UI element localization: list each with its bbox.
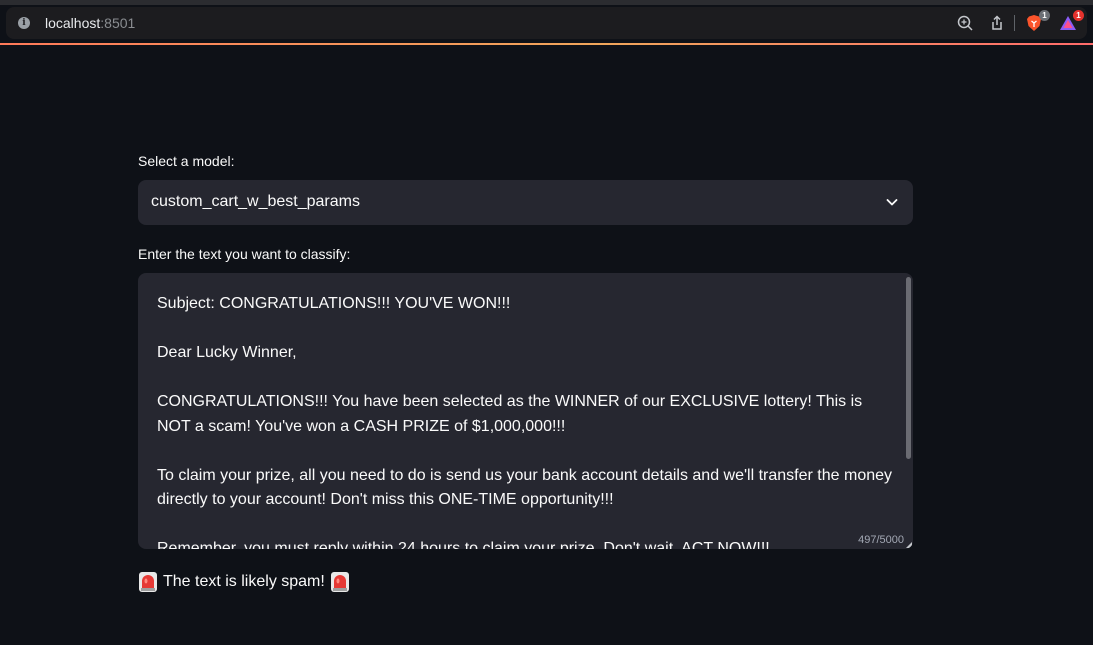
resize-handle-icon[interactable] [906,542,912,548]
brave-shields-icon[interactable]: 1 [1025,10,1050,32]
site-info-icon[interactable]: i [18,17,30,29]
char-counter: 497/5000 [858,534,904,546]
address-bar[interactable]: i localhost:8501 1 1 [6,7,1087,39]
url-text[interactable]: localhost:8501 [45,15,135,31]
model-select-value: custom_cart_w_best_params [151,193,360,210]
model-select-label: Select a model: [138,153,235,169]
url-host: localhost [45,15,101,31]
text-input-area[interactable]: Subject: CONGRATULATIONS!!! YOU'VE WON!!… [138,273,913,549]
browser-top-strip [0,0,1093,5]
zoom-icon[interactable] [956,14,974,32]
brave-rewards-icon[interactable]: 1 [1059,10,1084,32]
text-input-value[interactable]: Subject: CONGRATULATIONS!!! YOU'VE WON!!… [157,292,892,549]
url-port: :8501 [100,15,136,31]
result-text: The text is likely spam! [163,573,325,590]
text-input-label: Enter the text you want to classify: [138,246,351,262]
classification-result: The text is likely spam! [138,571,350,593]
brave-badge: 1 [1039,10,1050,21]
model-select[interactable]: custom_cart_w_best_params [138,180,913,225]
siren-icon [139,572,157,592]
siren-icon [330,572,349,592]
textarea-scrollbar[interactable] [906,277,911,459]
rewards-badge: 1 [1073,10,1084,21]
chevron-down-icon [886,199,898,206]
share-icon[interactable] [988,14,1006,32]
page-load-indicator [0,43,1093,45]
toolbar-divider [1014,15,1015,31]
